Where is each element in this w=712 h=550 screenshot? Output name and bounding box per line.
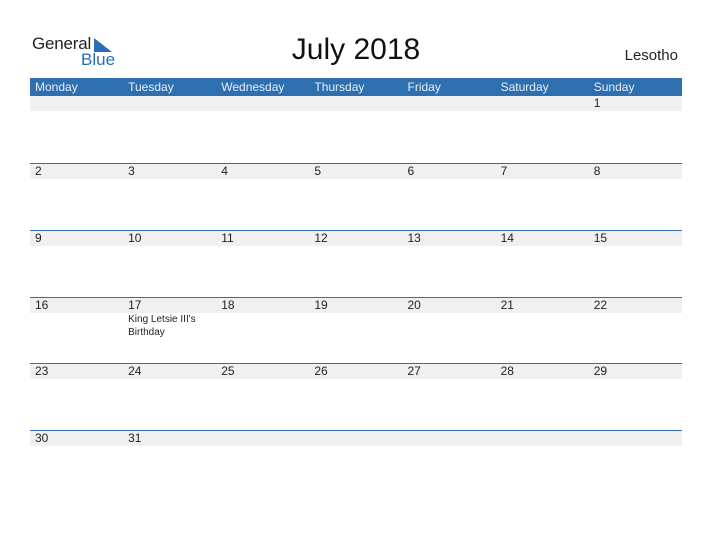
day-number: 11 [221,231,234,245]
date-strip: 9 10 11 12 13 14 15 [30,231,682,246]
date-strip: 1 [30,96,682,111]
holiday-event: King Letsie III's Birthday [128,314,196,338]
week-row: 23 24 25 26 27 28 29 [30,363,682,379]
day-number [496,96,589,111]
day-number [496,431,589,446]
day-number [216,96,309,111]
week-row: 30 31 [30,430,682,446]
day-number: 5 [314,164,322,178]
day-number: 25 [221,364,235,378]
holiday-event [216,313,309,339]
day-number: 16 [35,298,49,312]
day-number: 17 [128,298,142,312]
weekday-monday: Monday [35,80,78,94]
day-number: 2 [35,164,42,178]
holiday-event [403,313,496,339]
day-number: 19 [314,298,328,312]
day-number: 4 [221,164,228,178]
date-strip: 2 3 4 5 6 7 8 [30,164,682,179]
week-row: 9 10 11 12 13 14 15 [30,230,682,246]
day-number [30,96,123,111]
date-strip: 23 24 25 26 27 28 29 [30,364,682,379]
day-number: 1 [593,96,601,110]
date-strip: 30 31 [30,431,682,446]
day-number: 24 [128,364,142,378]
country-label: Lesotho [624,47,678,64]
day-number: 20 [407,298,421,312]
weekday-thursday: Thursday [314,80,365,94]
weekday-wednesday: Wednesday [221,80,285,94]
day-number: 26 [314,364,328,378]
day-number: 3 [128,164,135,178]
day-number: 13 [407,231,421,245]
day-number: 22 [593,298,608,312]
day-number: 18 [221,298,235,312]
day-number: 30 [35,431,49,445]
holiday-event [496,313,589,339]
day-number: 31 [128,431,142,445]
day-number: 8 [593,164,601,178]
holiday-event [309,313,402,339]
day-number: 28 [500,364,514,378]
day-number: 15 [593,231,608,245]
day-number [589,431,682,446]
holiday-event [589,313,682,339]
holiday-event [30,313,123,339]
events-row: King Letsie III's Birthday [30,313,682,339]
weekday-sunday: Sunday [593,80,635,94]
day-number [309,96,402,111]
weekday-saturday: Saturday [500,80,549,94]
day-number: 27 [407,364,421,378]
day-number: 10 [128,231,142,245]
day-number: 29 [593,364,608,378]
day-number [309,431,402,446]
week-row: 2 3 4 5 6 7 8 [30,163,682,179]
day-number [403,96,496,111]
day-number: 12 [314,231,328,245]
day-number: 21 [500,298,514,312]
calendar-title: July 2018 [291,33,421,66]
week-row: 16 17 18 19 20 21 22 King Letsie III's Birthday [30,297,682,339]
week-row: 1 [30,96,682,111]
day-number: 6 [407,164,415,178]
day-number [216,431,309,446]
day-number [403,431,496,446]
day-number: 9 [35,231,42,245]
weekday-friday: Friday [407,80,441,94]
weekday-tuesday: Tuesday [128,80,174,94]
weekday-header: Monday Tuesday Wednesday Thursday Friday… [30,78,682,96]
day-number: 23 [35,364,49,378]
day-number [123,96,216,111]
day-number: 14 [500,231,514,245]
date-strip: 16 17 18 19 20 21 22 [30,298,682,313]
day-number: 7 [500,164,508,178]
